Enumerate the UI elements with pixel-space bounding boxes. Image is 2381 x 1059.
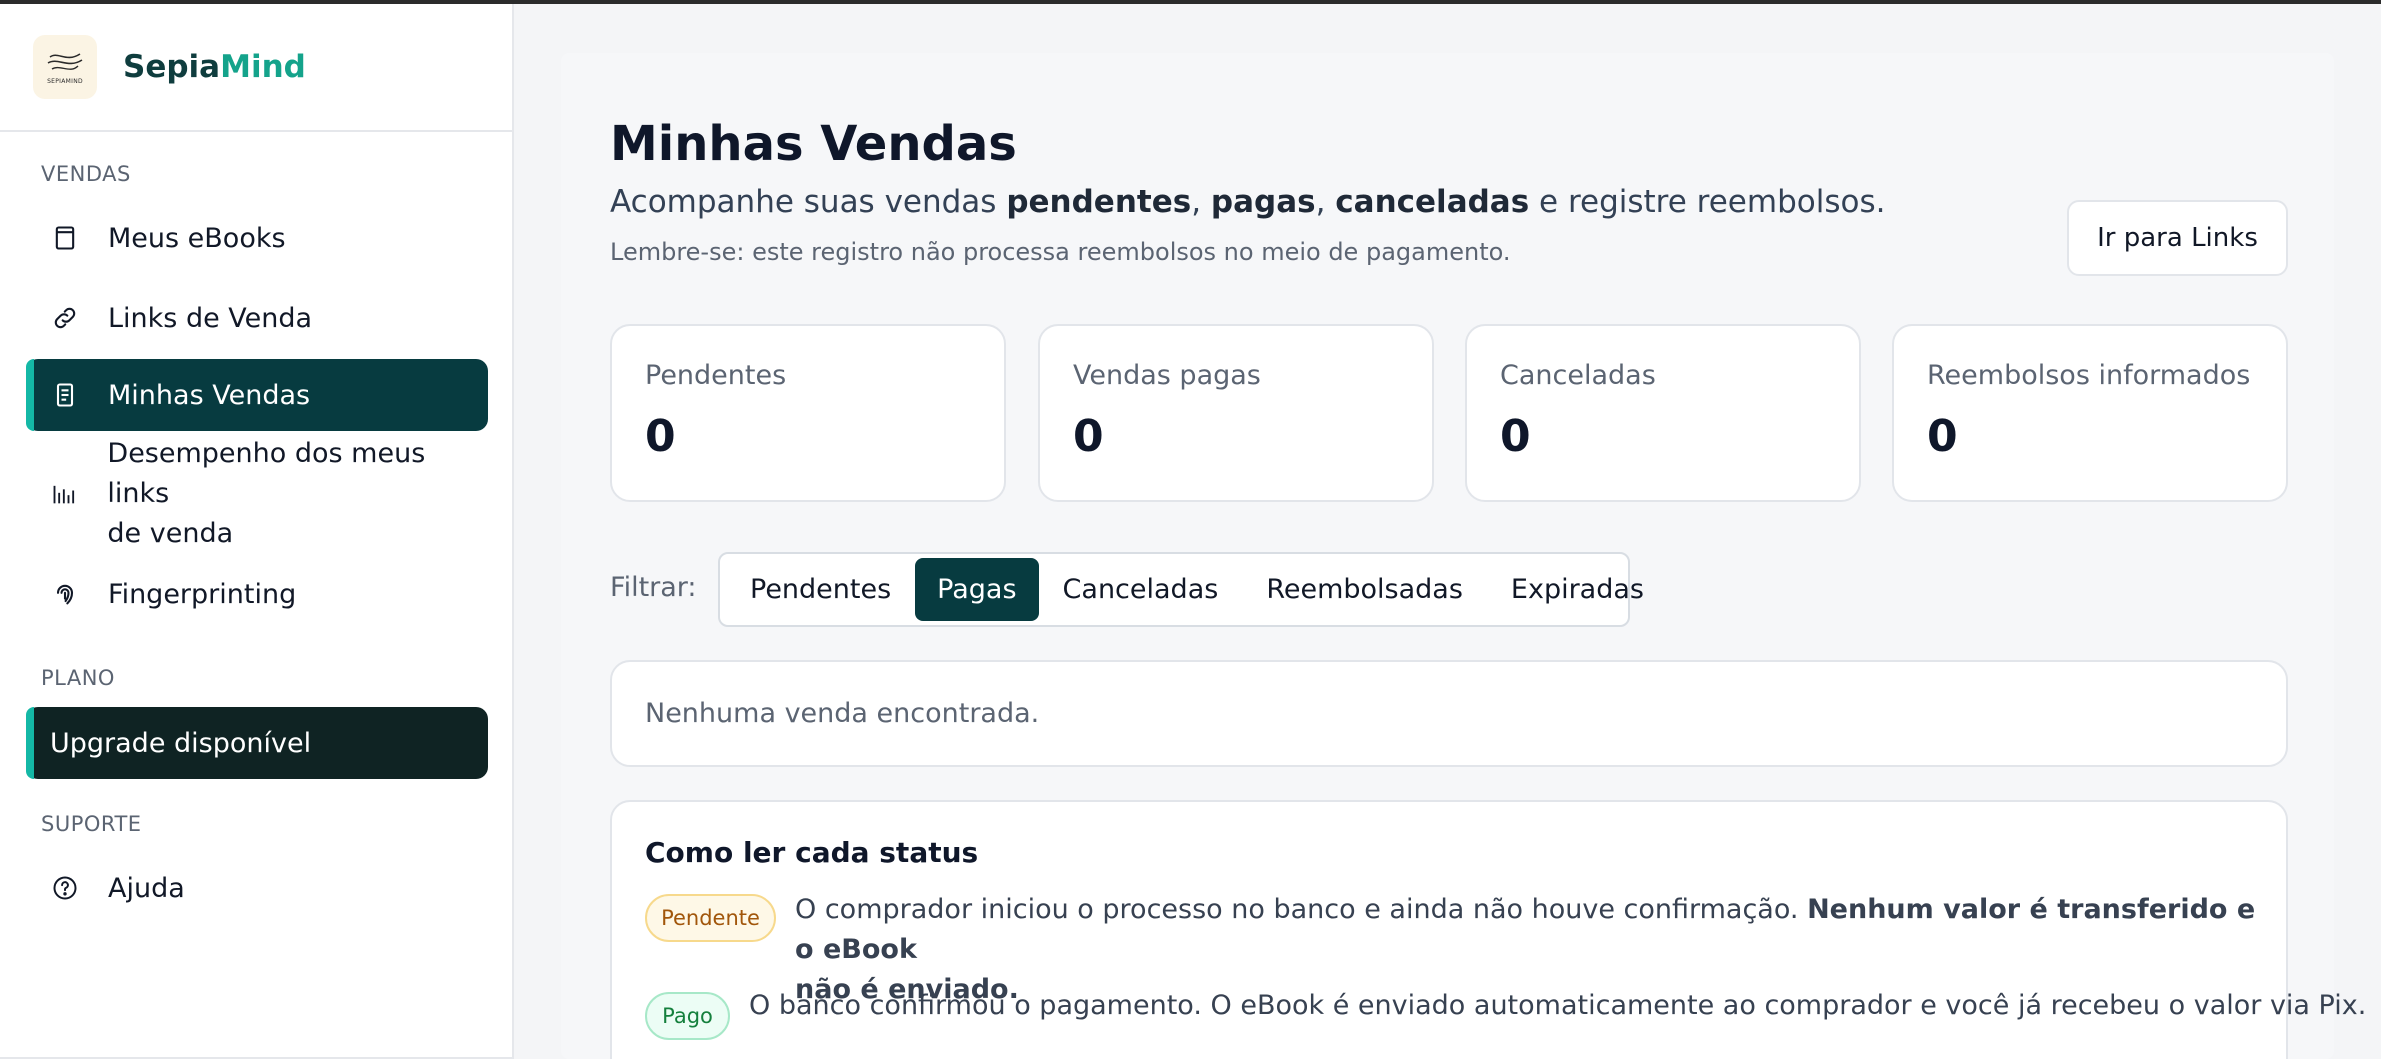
stat-label: Canceladas [1500,360,1656,391]
page-title: Minhas Vendas [610,116,1017,172]
filter-paid[interactable]: Pagas [915,558,1039,621]
sidebar-item-links[interactable]: Links de Venda [26,280,488,356]
brand[interactable]: SEPIAMIND SepiaMind [0,4,512,132]
receipt-icon [50,380,80,410]
stat-card-paid: Vendas pagas 0 [1038,324,1434,502]
filter-refunded[interactable]: Reembolsadas [1242,558,1487,621]
brand-name: SepiaMind [123,49,306,85]
stat-label: Vendas pagas [1073,360,1261,391]
sidebar-item-label: Desempenho dos meus links de venda [107,438,426,549]
logo-wave-icon [47,53,83,70]
stat-value: 0 [1500,411,1531,462]
filter-tabs: Pendentes Pagas Canceladas Reembolsadas … [718,552,1644,627]
stat-card-cancelled: Canceladas 0 [1465,324,1861,502]
sidebar-item-help[interactable]: Ajuda [26,850,488,926]
status-help-title: Como ler cada status [645,836,979,869]
filter-expired[interactable]: Expiradas [1487,558,1668,621]
stat-label: Reembolsos informados [1927,360,2251,391]
section-label-sales: VENDAS [41,162,131,186]
empty-message: Nenhuma venda encontrada. [645,698,1040,729]
sidebar-item-fingerprinting[interactable]: Fingerprinting [26,556,488,632]
fingerprint-icon [50,579,80,609]
sidebar-item-performance[interactable]: Desempenho dos meus links de venda [26,438,488,549]
status-badge-pending: Pendente [645,894,776,942]
page-subtitle: Acompanhe suas vendas pendentes, pagas, … [610,184,1886,220]
stat-value: 0 [1927,411,1958,462]
filter-pending[interactable]: Pendentes [726,558,915,621]
help-circle-icon [50,873,80,903]
upgrade-label: Upgrade disponível [50,727,312,759]
stat-card-refunds: Reembolsos informados 0 [1892,324,2288,502]
sidebar-item-ebooks[interactable]: Meus eBooks [26,200,488,276]
sidebar-item-label: Links de Venda [108,302,313,334]
stat-value: 0 [645,411,676,462]
filter-cancelled[interactable]: Canceladas [1039,558,1243,621]
sidebar-item-label: Ajuda [108,872,185,904]
section-label-support: SUPORTE [41,812,142,836]
stat-label: Pendentes [645,360,787,391]
go-to-links-button[interactable]: Ir para Links [2067,200,2288,276]
status-badge-paid: Pago [645,992,730,1040]
sidebar-item-label: Minhas Vendas [108,379,311,411]
stat-value: 0 [1073,411,1104,462]
filter-label: Filtrar: [610,572,697,603]
sidebar-item-label: Fingerprinting [108,578,297,610]
brand-logo: SEPIAMIND [33,35,97,99]
status-help-card: Como ler cada status Pendente O comprado… [610,800,2367,1059]
status-description-paid: O banco confirmou o pagamento. O eBook é… [749,990,2367,1021]
book-icon [50,223,80,253]
sidebar-item-sales[interactable]: Minhas Vendas [26,359,488,431]
empty-state: Nenhuma venda encontrada. [610,660,2288,767]
upgrade-button[interactable]: Upgrade disponível [26,707,488,779]
sidebar: SEPIAMIND SepiaMind VENDAS Meus eBooks L… [0,4,514,1059]
section-label-plan: PLANO [41,666,115,690]
logo-text: SEPIAMIND [47,78,83,85]
sidebar-item-label: Meus eBooks [108,222,286,254]
link-icon [50,303,80,333]
stat-card-pending: Pendentes 0 [610,324,1006,502]
bar-chart-icon [50,479,79,509]
page-note: Lembre-se: este registro não processa re… [610,238,1511,266]
